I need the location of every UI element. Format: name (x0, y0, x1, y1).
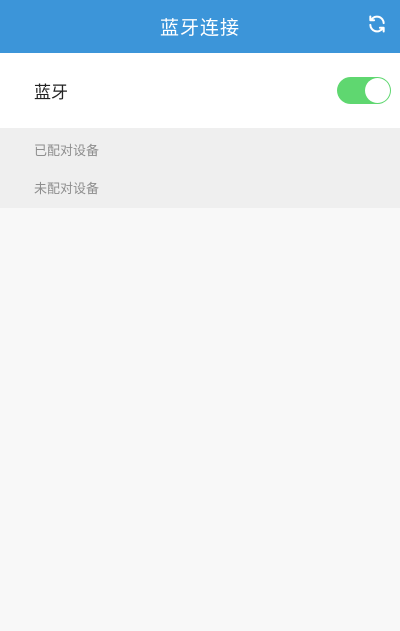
unpaired-devices-label: 未配对设备 (34, 182, 100, 197)
bluetooth-label: 蓝牙 (34, 83, 68, 103)
refresh-button[interactable] (364, 13, 390, 39)
toggle-knob (365, 78, 390, 103)
refresh-icon (367, 14, 387, 38)
bluetooth-row: 蓝牙 (0, 53, 400, 128)
paired-devices-header: 已配对设备 (0, 128, 400, 169)
paired-devices-label: 已配对设备 (34, 144, 100, 159)
app-header: 蓝牙连接 (0, 0, 400, 53)
unpaired-devices-header: 未配对设备 (0, 169, 400, 208)
page-title: 蓝牙连接 (159, 17, 240, 39)
bluetooth-toggle[interactable] (337, 77, 391, 104)
bluetooth-screen: 蓝牙连接 蓝牙 已配对设备 未配对设备 (0, 0, 400, 631)
